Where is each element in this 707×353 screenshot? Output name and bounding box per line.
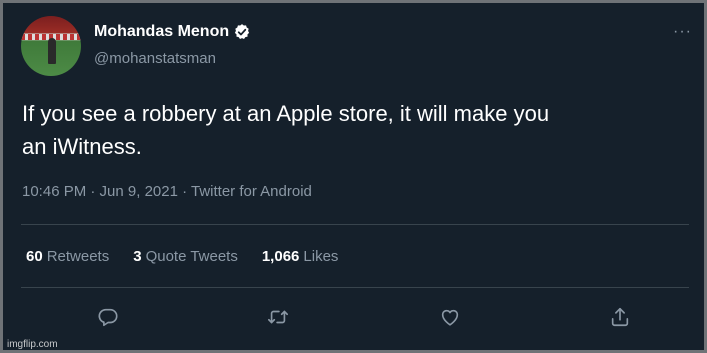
verified-badge-icon [233, 23, 251, 41]
retweets-label: Retweets [46, 248, 110, 265]
likes-stat[interactable]: 1,066 Likes [262, 248, 339, 265]
divider [21, 224, 689, 225]
retweet-icon[interactable] [265, 304, 291, 330]
tweet-text-line-2: an iWitness. [22, 134, 142, 159]
tweet-text-line-1: If you see a robbery at an Apple store, … [22, 101, 550, 126]
action-bar [3, 304, 704, 334]
author-handle[interactable]: @mohanstatsman [94, 50, 216, 67]
like-icon[interactable] [437, 304, 463, 330]
quote-tweets-stat[interactable]: 3 Quote Tweets [133, 248, 238, 265]
share-icon[interactable] [607, 304, 633, 330]
divider [21, 287, 689, 288]
author-name-row[interactable]: Mohandas Menon [94, 23, 251, 41]
more-icon[interactable]: ··· [673, 23, 692, 41]
reply-icon[interactable] [95, 304, 121, 330]
likes-count: 1,066 [261, 248, 300, 265]
watermark: imgflip.com [7, 339, 58, 350]
retweets-stat[interactable]: 60 Retweets [26, 248, 109, 265]
avatar[interactable] [21, 16, 81, 76]
tweet-card: Mohandas Menon @mohanstatsman ··· If you… [3, 3, 704, 350]
author-name[interactable]: Mohandas Menon [94, 23, 229, 41]
engagement-stats: 60 Retweets 3 Quote Tweets 1,066 Likes [26, 248, 338, 265]
likes-label: Likes [303, 248, 339, 265]
tweet-text: If you see a robbery at an Apple store, … [22, 97, 697, 163]
quote-tweets-count: 3 [133, 248, 142, 265]
quote-tweets-label: Quote Tweets [145, 248, 238, 265]
avatar-person-detail [48, 38, 56, 64]
tweet-meta[interactable]: 10:46 PM · Jun 9, 2021 · Twitter for And… [22, 183, 312, 200]
retweets-count: 60 [26, 248, 43, 265]
